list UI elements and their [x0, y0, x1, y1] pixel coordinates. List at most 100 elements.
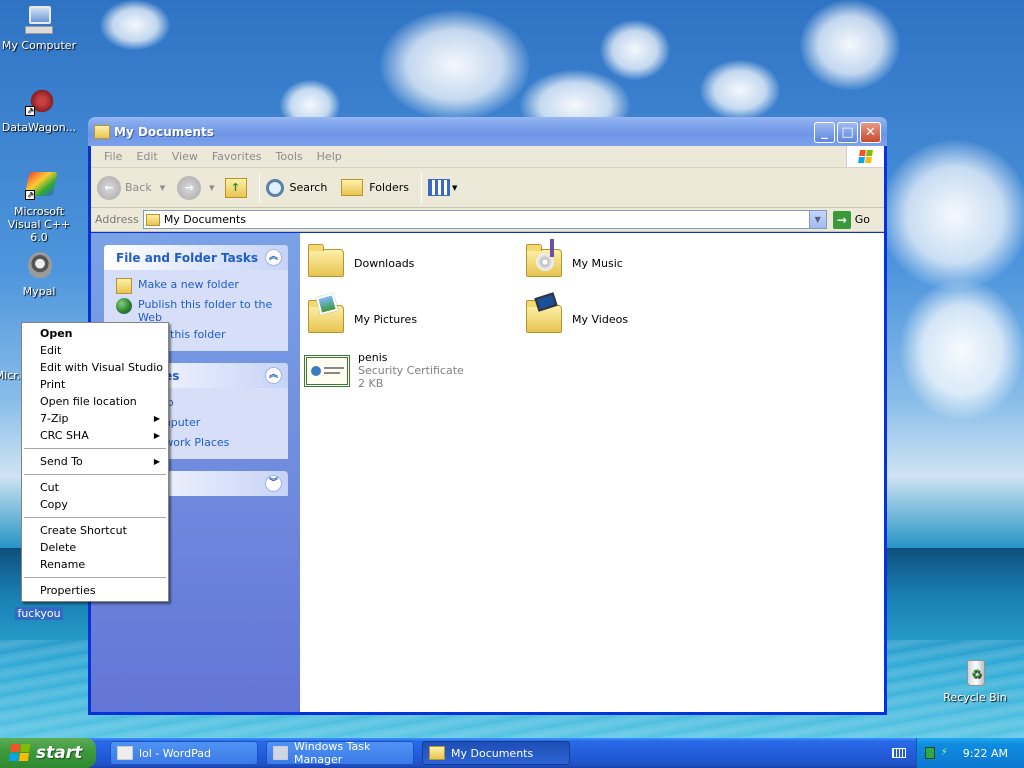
file-type: Security Certificate	[358, 364, 464, 377]
back-button[interactable]: ← Back ▼	[97, 175, 166, 200]
expand-chevron-icon[interactable]: ︾	[265, 475, 282, 492]
context-menu: Open Edit Edit with Visual Studio Print …	[21, 322, 169, 602]
desktop-link[interactable]: op	[160, 396, 278, 409]
menu-item-rename[interactable]: Rename	[22, 556, 168, 573]
folders-icon	[341, 179, 364, 196]
chevron-down-icon: ▼	[159, 183, 166, 192]
taskbar: start lol - WordPad Windows Task Manager…	[0, 738, 1024, 768]
minimize-button[interactable]: _	[814, 122, 835, 143]
desktop-icon-visual-cpp[interactable]: ↗ Microsoft Visual C++ 6.0	[0, 170, 78, 244]
music-folder-icon	[522, 239, 570, 287]
menu-item-properties[interactable]: Properties	[22, 582, 168, 599]
green-tray-icon[interactable]	[924, 747, 935, 759]
go-arrow-icon: →	[832, 210, 851, 229]
file-item[interactable]: My Pictures	[304, 292, 417, 343]
certificate-icon	[304, 351, 352, 391]
make-new-folder-link[interactable]: Make a new folder	[116, 278, 278, 294]
taskbar-item-my-documents[interactable]: My Documents	[422, 741, 570, 765]
menu-item-cut[interactable]: Cut	[22, 479, 168, 496]
go-button[interactable]: → Go	[832, 210, 870, 229]
recycle-bin-icon: ♻	[959, 656, 991, 688]
task-manager-icon	[273, 746, 289, 760]
desktop-icon-label: Mypal	[22, 285, 56, 298]
menu-edit[interactable]: Edit	[136, 150, 157, 163]
menu-item-open-file-location[interactable]: Open file location	[22, 393, 168, 410]
menu-view[interactable]: View	[172, 150, 198, 163]
collapse-chevron-icon[interactable]: ︽	[265, 367, 282, 384]
network-tray-icon[interactable]: ⚡	[941, 747, 953, 759]
keyboard-icon[interactable]	[892, 748, 906, 758]
explorer-window: My Documents _ □ ✕ File Edit View Favori…	[88, 117, 887, 715]
toolbar: ← Back ▼ → ▼ ↑ Search Folders ▼	[91, 168, 884, 208]
folders-button[interactable]: Folders	[341, 179, 409, 196]
submenu-arrow-icon: ▶	[153, 414, 160, 423]
menu-tools[interactable]: Tools	[276, 150, 303, 163]
raccoon-icon	[23, 250, 55, 282]
desktop-icon-label: Microsoft Visual C++ 6.0	[7, 205, 71, 244]
taskbar-item-wordpad[interactable]: lol - WordPad	[110, 741, 258, 765]
file-size: 2 KB	[358, 377, 384, 390]
forward-arrow-icon: →	[177, 175, 202, 200]
menu-item-copy[interactable]: Copy	[22, 496, 168, 513]
wordpad-icon	[117, 746, 133, 760]
window-content: File and Folder Tasks ︽ Make a new folde…	[91, 233, 884, 712]
datawagon-icon: ↗	[23, 86, 55, 118]
title-bar[interactable]: My Documents _ □ ✕	[88, 117, 887, 146]
desktop-icon-datawagon[interactable]: ↗ DataWagon...	[0, 86, 78, 134]
my-computer-link[interactable]: mputer	[160, 416, 278, 429]
close-button[interactable]: ✕	[860, 122, 881, 143]
file-item[interactable]: penis Security Certificate 2 KB	[304, 351, 464, 391]
chevron-down-icon: ▼	[452, 183, 458, 192]
menu-item-open[interactable]: Open	[22, 325, 168, 342]
address-input[interactable]: My Documents ▼	[142, 210, 827, 229]
menu-favorites[interactable]: Favorites	[212, 150, 262, 163]
menu-item-create-shortcut[interactable]: Create Shortcut	[22, 522, 168, 539]
clock[interactable]: 9:22 AM	[963, 747, 1008, 760]
up-button[interactable]: ↑	[224, 177, 247, 198]
menu-item-7zip[interactable]: 7-Zip ▶	[22, 410, 168, 427]
submenu-arrow-icon: ▶	[153, 457, 160, 466]
views-icon	[428, 179, 451, 196]
menu-separator	[24, 448, 166, 449]
menu-item-crc-sha[interactable]: CRC SHA ▶	[22, 427, 168, 444]
maximize-button[interactable]: □	[837, 122, 858, 143]
desktop-icon-my-computer[interactable]: My Computer	[0, 4, 78, 52]
menu-separator	[24, 474, 166, 475]
collapse-chevron-icon[interactable]: ︽	[265, 249, 282, 266]
menu-item-edit[interactable]: Edit	[22, 342, 168, 359]
menu-bar: File Edit View Favorites Tools Help	[91, 146, 884, 168]
menu-item-edit-visual-studio[interactable]: Edit with Visual Studio	[22, 359, 168, 376]
start-button[interactable]: start	[0, 738, 96, 768]
desktop-icon-mypal[interactable]: Mypal	[0, 250, 78, 298]
videos-folder-icon	[522, 292, 570, 343]
taskbar-item-task-manager[interactable]: Windows Task Manager	[266, 740, 414, 766]
file-item[interactable]: My Music	[522, 239, 623, 287]
views-button[interactable]: ▼	[428, 179, 457, 196]
menu-separator	[24, 577, 166, 578]
globe-icon	[116, 298, 132, 314]
desktop-icon-label: DataWagon...	[1, 121, 77, 134]
address-dropdown-button[interactable]: ▼	[808, 211, 826, 228]
folder-icon	[94, 124, 110, 139]
panel-header[interactable]: File and Folder Tasks ︽	[104, 245, 288, 270]
windows-flag-icon	[8, 744, 32, 762]
search-button[interactable]: Search	[265, 178, 327, 197]
menu-help[interactable]: Help	[317, 150, 342, 163]
submenu-arrow-icon: ▶	[153, 431, 160, 440]
menu-item-print[interactable]: Print	[22, 376, 168, 393]
desktop-icon-label: Recycle Bin	[943, 691, 1007, 704]
menu-item-delete[interactable]: Delete	[22, 539, 168, 556]
folder-up-icon: ↑	[224, 177, 247, 198]
network-places-link[interactable]: twork Places	[160, 436, 278, 449]
file-list: Downloads My Music My Pictures My Videos…	[300, 233, 884, 712]
file-name: penis	[358, 351, 388, 364]
menu-file[interactable]: File	[104, 150, 122, 163]
file-item[interactable]: Downloads	[304, 239, 414, 287]
menu-separator	[24, 517, 166, 518]
file-item[interactable]: My Videos	[522, 292, 628, 343]
menu-item-send-to[interactable]: Send To ▶	[22, 453, 168, 470]
computer-icon	[23, 4, 55, 36]
desktop-icon-recycle-bin[interactable]: ♻ Recycle Bin	[936, 656, 1014, 704]
publish-folder-link[interactable]: Publish this folder to the Web	[116, 298, 278, 324]
forward-button[interactable]: → ▼	[177, 175, 215, 200]
